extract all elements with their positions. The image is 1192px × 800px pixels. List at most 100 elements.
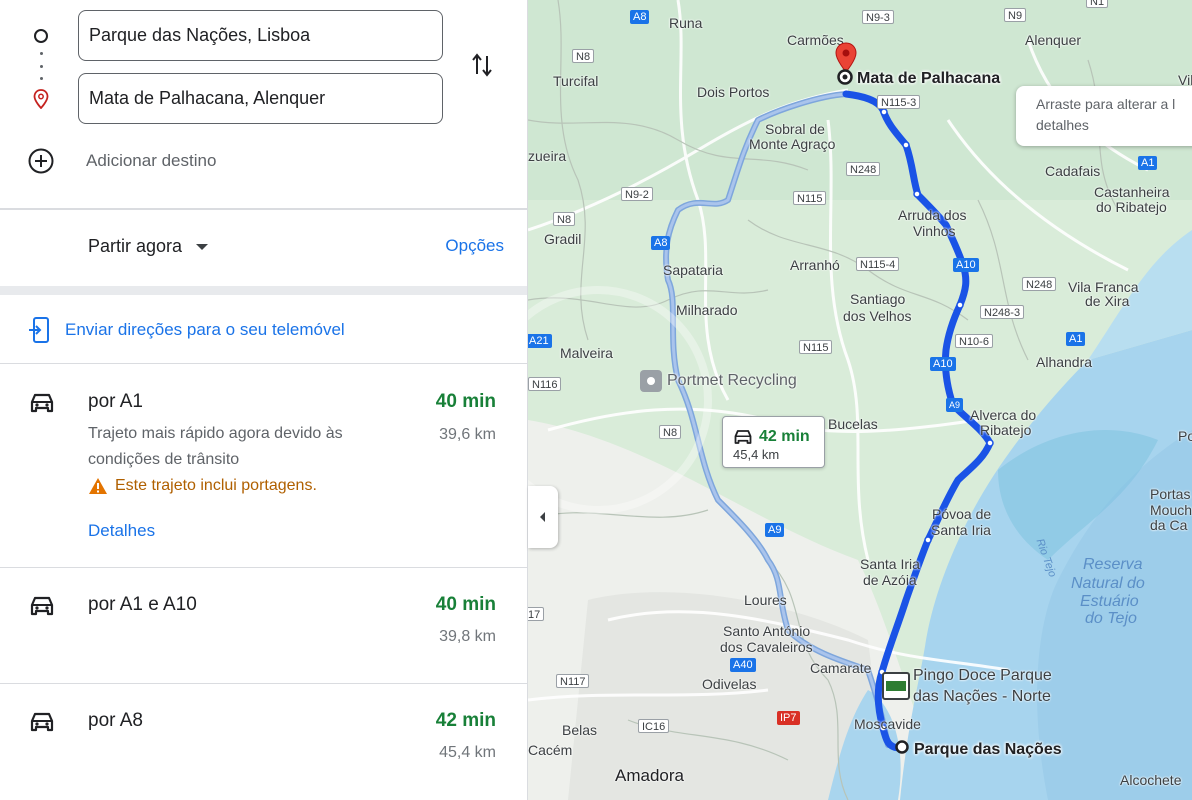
road-shield: A40 [730, 658, 756, 672]
section-divider [0, 286, 527, 295]
map-label: Bucelas [828, 416, 878, 432]
road-shield: A8 [630, 10, 650, 24]
route-distance: 39,6 km [439, 426, 496, 443]
collapse-panel-button[interactable] [528, 486, 558, 548]
add-destination-label: Adicionar destino [86, 151, 217, 170]
map-label: Po [1178, 428, 1192, 444]
recycling-poi-icon[interactable] [640, 370, 662, 392]
map-label: Santiago [850, 291, 906, 307]
origin-input[interactable]: Parque das Nações, Lisboa [78, 10, 443, 61]
road-shield: 17 [528, 607, 545, 621]
send-to-phone-button[interactable]: Enviar direções para o seu telemóvel [0, 296, 527, 364]
directions-panel: Parque das Nações, Lisboa Mata de Palhac… [0, 0, 527, 800]
map-label: Arranhó [790, 257, 840, 273]
route-description: Trajeto mais rápido agora devido às cond… [88, 425, 343, 468]
road-shield: A1 [1138, 156, 1158, 170]
poi-label: das Nações - Norte [913, 688, 1051, 705]
swap-waypoints-button[interactable] [466, 49, 498, 81]
route-option-a1[interactable]: por A1 40 min 39,6 km Trajeto mais rápid… [0, 365, 527, 568]
alt-route-card[interactable]: 42 min 45,4 km [722, 416, 825, 468]
map-label: Alverca do [970, 407, 1037, 423]
map-label: de Xira [1085, 293, 1130, 309]
map-label: Santo António [723, 623, 811, 639]
road-shield: N10-6 [955, 334, 993, 348]
map-label: Cadafais [1045, 163, 1101, 179]
road-shield: N115-3 [877, 95, 921, 109]
road-shield: A21 [528, 334, 552, 348]
road-shield: N248 [1022, 277, 1057, 291]
map-label: Loures [744, 592, 787, 608]
map-label: Moscavide [854, 716, 921, 732]
map-label: Alcochete [1120, 772, 1182, 788]
road-shield: IC16 [638, 719, 670, 733]
map-label: Camarate [810, 660, 872, 676]
map-label: de Azóia [863, 572, 917, 588]
route-distance: 39,8 km [439, 628, 496, 645]
road-shield: N248-3 [980, 305, 1025, 319]
destination-input[interactable]: Mata de Palhacana, Alenquer [78, 73, 443, 124]
map-label: Sapataria [663, 262, 723, 278]
route-option-a8[interactable]: por A8 42 min 45,4 km [0, 684, 527, 800]
map-label: Sobral de [765, 121, 825, 137]
add-destination-button[interactable]: Adicionar destino [28, 146, 216, 176]
toll-warning-label: Este trajeto inclui portagens. [115, 477, 317, 494]
map-label: Belas [562, 722, 598, 738]
toll-warning: Este trajeto inclui portagens. [88, 477, 317, 495]
poi-label: Pingo Doce Parque [913, 667, 1052, 684]
map-label: da Ca [1150, 517, 1188, 533]
alt-route-distance: 45,4 km [733, 447, 780, 462]
map-label: Portas [1150, 486, 1191, 502]
supermarket-poi-icon[interactable] [882, 672, 910, 700]
road-shield: N9-2 [621, 187, 653, 201]
route-time: 40 min [435, 594, 496, 615]
map-label: Ribatejo [980, 422, 1032, 438]
route-dots [39, 52, 43, 80]
map-label: do Ribatejo [1096, 199, 1167, 215]
map-label: Vinhos [913, 223, 956, 239]
route-option-a1-a10[interactable]: por A1 e A10 40 min 39,8 km [0, 568, 527, 684]
route-name: por A1 e A10 [88, 594, 197, 615]
depart-time-dropdown[interactable]: Partir agora [88, 236, 209, 257]
map-label: Santa Iria [860, 556, 920, 572]
map-label: Dois Portos [697, 84, 770, 100]
road-shield: N8 [553, 212, 576, 226]
road-shield: IP7 [777, 711, 800, 725]
reserve-label: Estuário [1080, 593, 1139, 610]
map-label: Turcifal [553, 73, 599, 89]
road-shield: N117 [556, 674, 590, 688]
map-label: dos Cavaleiros [720, 639, 813, 655]
car-icon [30, 393, 54, 413]
map-label: dos Velhos [843, 308, 912, 324]
origin-marker-icon[interactable] [894, 739, 910, 755]
tooltip-line: Arraste para alterar a l [1036, 96, 1176, 112]
depart-label: Partir agora [88, 236, 183, 256]
add-circle-icon [28, 148, 54, 174]
poi-label: Portmet Recycling [667, 372, 797, 389]
map-label: Milharado [676, 302, 738, 318]
map-label: Amadora [615, 766, 684, 785]
warning-icon [89, 478, 107, 494]
map-label: Monte Agraço [749, 136, 836, 152]
route-details-link[interactable]: Detalhes [88, 521, 155, 541]
road-shield: N9 [1004, 8, 1027, 22]
map-label: Gradil [544, 231, 582, 247]
route-name: por A1 [88, 391, 143, 412]
options-button[interactable]: Opções [445, 236, 504, 256]
road-shield: N8 [659, 425, 682, 439]
send-to-phone-label: Enviar direções para o seu telemóvel [65, 319, 345, 339]
destination-map-label: Mata de Palhacana [857, 70, 1001, 87]
road-shield: N9-3 [862, 10, 894, 24]
map-label: Alenquer [1025, 32, 1082, 48]
map-label: Malveira [560, 345, 613, 361]
reserve-label: do Tejo [1085, 610, 1137, 627]
map-label: zueira [528, 148, 567, 164]
route-time: 42 min [435, 710, 496, 731]
route-name: por A8 [88, 710, 143, 731]
alt-route-time: 42 min [759, 428, 810, 445]
route-time: 40 min [435, 391, 496, 412]
road-shield: A9 [946, 398, 964, 412]
road-shield: N116 [528, 377, 562, 391]
swap-arrows-icon [472, 53, 492, 77]
road-shield: A9 [765, 523, 785, 537]
road-shield: N8 [572, 49, 595, 63]
